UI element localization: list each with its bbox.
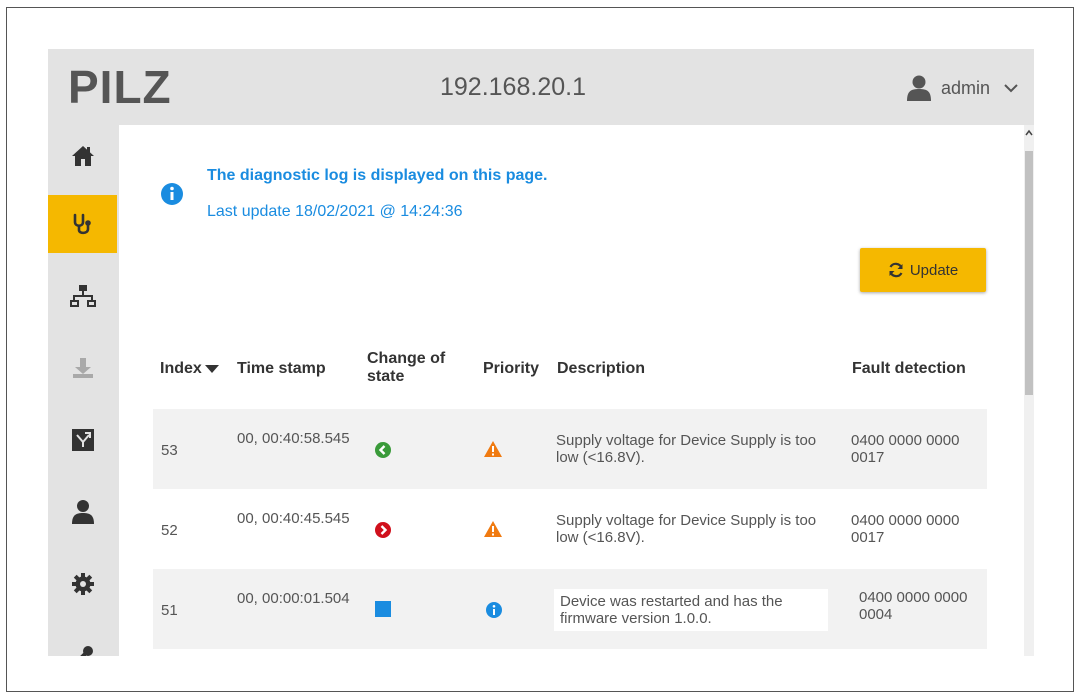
stethoscope-icon: [73, 213, 91, 235]
column-header-index[interactable]: Index: [160, 360, 219, 378]
row-timestamp: 00, 00:40:58.545: [237, 430, 350, 447]
device-ip-address: 192.168.20.1: [440, 73, 586, 101]
sidebar-nav: [48, 125, 119, 656]
update-button[interactable]: Update: [860, 248, 986, 292]
row-timestamp: 00, 00:00:01.504: [237, 590, 350, 607]
square-icon: [375, 601, 391, 617]
row-description: Supply voltage for Device Supply is too …: [556, 512, 817, 546]
sidebar-item-download[interactable]: [48, 339, 117, 397]
row-fault-detection: 0400 0000 0000 0017: [851, 512, 960, 546]
row-timestamp: 00, 00:40:45.545: [237, 510, 350, 527]
row-fault-detection: 0400 0000 0000 0004: [859, 589, 968, 623]
sidebar-item-diagnostics[interactable]: [48, 195, 117, 253]
download-icon: [72, 358, 93, 378]
sidebar-item-network[interactable]: [48, 267, 117, 325]
table-row: 53 00, 00:40:58.545 Supply voltage for D…: [153, 409, 987, 489]
column-header-description: Description: [557, 360, 646, 377]
refresh-icon: [889, 262, 903, 278]
sidebar-item-settings[interactable]: [48, 555, 117, 613]
wrench-icon: [79, 646, 93, 656]
row-index: 51: [161, 602, 178, 619]
column-header-priority: Priority: [483, 360, 540, 377]
network-icon: [69, 285, 96, 307]
table-row: 52 00, 00:40:45.545 Supply voltage for D…: [153, 489, 987, 569]
user-menu[interactable]: admin: [906, 75, 1018, 101]
column-header-change-of-state: Change of state: [367, 350, 446, 385]
sidebar-item-topology[interactable]: [48, 411, 117, 469]
sidebar-item-user[interactable]: [48, 483, 117, 541]
column-header-index-label: Index: [160, 360, 202, 377]
user-icon: [71, 500, 94, 524]
vertical-scrollbar[interactable]: [1024, 125, 1034, 656]
warning-icon: [484, 521, 502, 537]
row-index: 53: [161, 442, 178, 459]
user-name: admin: [940, 77, 990, 98]
app-window: PILZ 192.168.20.1 admin The diagnostic l…: [48, 49, 1034, 656]
info-message: The diagnostic log is displayed on this …: [207, 167, 548, 184]
column-header-timestamp: Time stamp: [237, 360, 326, 377]
chevron-down-icon[interactable]: [1004, 83, 1018, 93]
sort-descending-icon[interactable]: [204, 364, 219, 373]
topology-icon: [71, 429, 94, 451]
user-icon: [906, 75, 931, 101]
sidebar-item-home[interactable]: [48, 127, 117, 185]
arrow-right-circle-icon: [375, 522, 391, 538]
row-description: Device was restarted and has the firmwar…: [554, 589, 828, 631]
scrollbar-thumb[interactable]: [1025, 151, 1033, 395]
header-bar: PILZ 192.168.20.1 admin: [48, 49, 1034, 125]
chevron-up-icon[interactable]: [1025, 129, 1033, 137]
update-button-label: Update: [909, 261, 959, 279]
warning-icon: [484, 441, 502, 457]
table-row: 51 00, 00:00:01.504 Device was restarted…: [153, 569, 987, 649]
home-icon: [71, 146, 94, 166]
row-description: Supply voltage for Device Supply is too …: [556, 432, 817, 466]
row-fault-detection: 0400 0000 0000 0017: [851, 432, 960, 466]
info-icon: [486, 602, 502, 618]
row-index: 52: [161, 522, 178, 539]
column-header-fault-detection: Fault detection: [852, 360, 966, 377]
last-update-text: Last update 18/02/2021 @ 14:24:36: [207, 203, 463, 220]
pilz-logo[interactable]: PILZ: [68, 59, 172, 115]
sidebar-item-tools[interactable]: [48, 627, 117, 656]
info-icon: [161, 183, 183, 205]
gear-icon: [71, 573, 94, 595]
main-content: The diagnostic log is displayed on this …: [119, 125, 1024, 656]
arrow-left-circle-icon: [375, 442, 391, 458]
